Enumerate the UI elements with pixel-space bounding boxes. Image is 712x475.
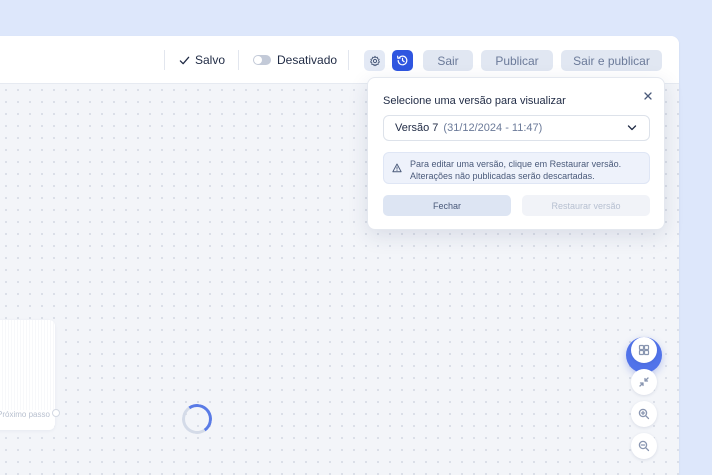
toolbar-divider	[164, 50, 165, 70]
zoom-out-icon	[638, 440, 650, 452]
toolbar-divider	[238, 50, 239, 70]
loading-spinner	[179, 401, 215, 437]
restore-version-button[interactable]: Restaurar versão	[522, 195, 650, 216]
chevron-down-icon	[627, 125, 637, 131]
history-icon	[397, 55, 408, 66]
zoom-out-button[interactable]	[631, 433, 657, 459]
node-next-step-label: Próximo passo	[0, 410, 50, 419]
saved-label: Salvo	[195, 53, 226, 67]
warning-line-2: Alterações não publicadas serão descarta…	[410, 171, 595, 181]
active-toggle[interactable]: Desativado	[253, 52, 337, 68]
toggle-label: Desativado	[277, 53, 338, 67]
restore-warning: Para editar uma versão, clique em Restau…	[383, 152, 650, 184]
auto-layout-button[interactable]	[631, 337, 657, 363]
zoom-in-button[interactable]	[631, 401, 657, 427]
warning-icon	[392, 163, 402, 173]
version-name: Versão 7	[395, 122, 439, 134]
close-icon[interactable]	[642, 90, 654, 102]
popover-title: Selecione uma versão para visualizar	[383, 95, 566, 107]
version-date: (31/12/2024 - 11:47)	[443, 122, 543, 134]
node-preview	[0, 320, 55, 410]
version-select[interactable]: Versão 7 (31/12/2024 - 11:47)	[383, 115, 650, 141]
version-history-button[interactable]	[392, 50, 413, 71]
zoom-in-icon	[638, 408, 650, 420]
settings-button[interactable]	[364, 50, 385, 71]
warning-line-1: Para editar uma versão, clique em Restau…	[410, 159, 622, 169]
toolbar-divider	[348, 50, 349, 70]
node-output-port[interactable]	[52, 409, 60, 417]
saved-status: Salvo	[179, 52, 225, 68]
fit-view-icon	[639, 377, 649, 387]
toggle-switch[interactable]	[253, 55, 271, 65]
version-history-popover: Selecione uma versão para visualizar Ver…	[367, 77, 665, 230]
exit-and-publish-button[interactable]: Sair e publicar	[561, 50, 662, 71]
exit-button[interactable]: Sair	[423, 50, 473, 71]
gear-icon	[369, 55, 380, 66]
layout-icon	[638, 344, 650, 356]
publish-button[interactable]: Publicar	[481, 50, 553, 71]
close-button[interactable]: Fechar	[383, 195, 511, 216]
fit-view-button[interactable]	[631, 369, 657, 395]
check-icon	[179, 56, 190, 64]
